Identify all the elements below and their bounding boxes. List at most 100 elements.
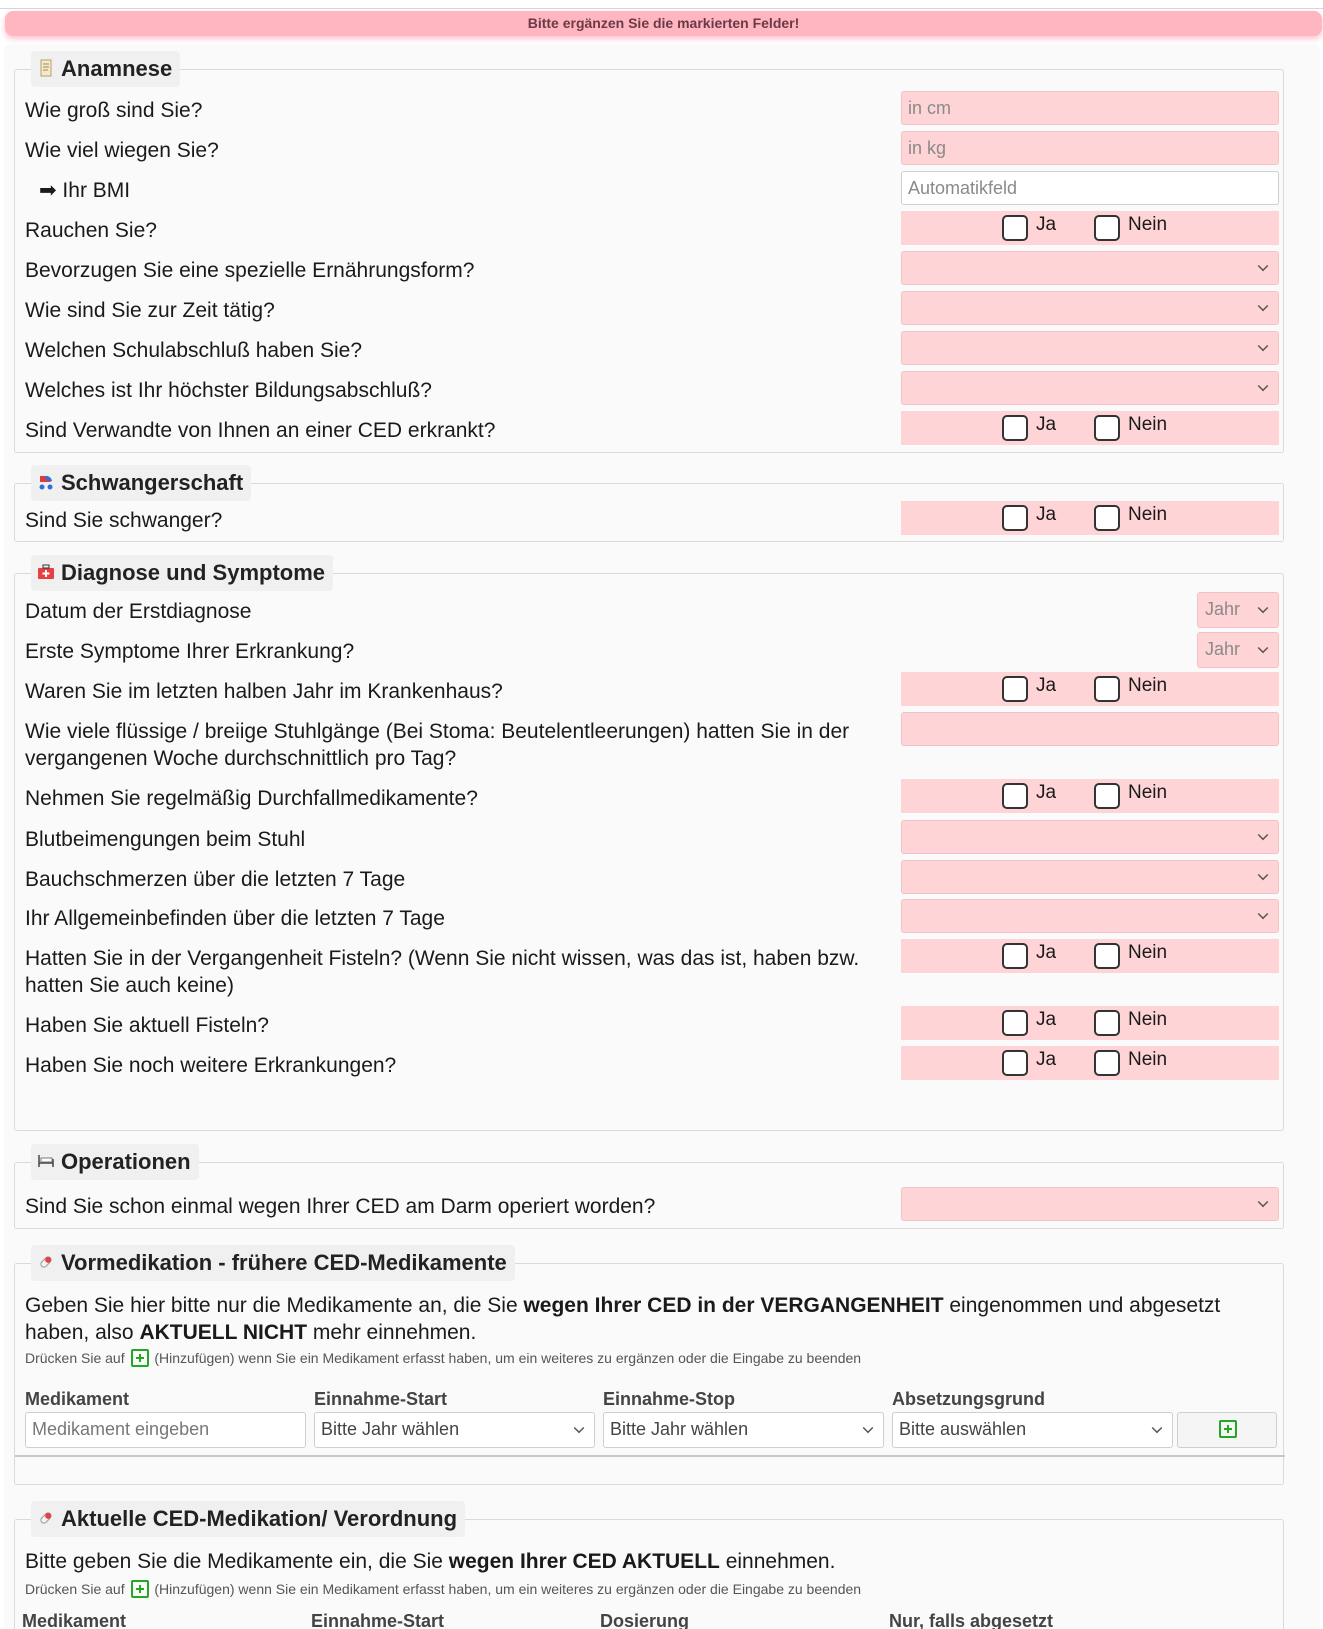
chevron-down-icon <box>1257 380 1269 392</box>
first-symptoms-year-select[interactable]: Jahr <box>1197 632 1279 668</box>
no-label: Nein <box>1128 1009 1168 1030</box>
chevron-down-icon <box>1151 1422 1163 1434</box>
select-value: Bitte Jahr wählen <box>610 1419 749 1439</box>
section-pregnancy: Schwangerschaft Sind Sie schwanger? Ja N… <box>14 465 1284 542</box>
hint-text: Drücken Sie auf <box>25 1581 125 1597</box>
no-label: Nein <box>1128 942 1168 963</box>
question-fistula-past: Hatten Sie in der Vergangenheit Fisteln?… <box>25 947 860 997</box>
section-title-text: Diagnose und Symptome <box>61 560 326 585</box>
weight-input[interactable]: in kg <box>901 131 1279 165</box>
diarrhea-medication-no-checkbox[interactable] <box>1094 783 1120 809</box>
section-title-previous-medication: Vormedikation - frühere CED-Medikamente <box>31 1245 515 1281</box>
question-smoking: Rauchen Sie? <box>25 219 157 242</box>
add-icon <box>1219 1420 1237 1438</box>
chevron-down-icon <box>1257 908 1269 920</box>
diarrhea-medication-yes-checkbox[interactable] <box>1002 783 1028 809</box>
wellbeing-select[interactable] <box>901 899 1279 933</box>
question-hospital: Waren Sie im letzten halben Jahr im Kran… <box>25 680 503 703</box>
question-education: Welches ist Ihr höchster Bildungsabschlu… <box>25 379 432 402</box>
divider <box>15 1455 1285 1457</box>
add-hint: Drücken Sie auf (Hinzufügen) wenn Sie ei… <box>25 1349 861 1367</box>
medication-input[interactable]: Medikament eingeben <box>25 1412 306 1448</box>
hint-text: (Hinzufügen) wenn Sie ein Medikament erf… <box>154 1350 862 1366</box>
hospital-no-checkbox[interactable] <box>1094 676 1120 702</box>
stool-count-input[interactable] <box>901 712 1279 746</box>
chevron-down-icon <box>862 1422 874 1434</box>
no-label: Nein <box>1128 782 1168 803</box>
bmi-field: Automatikfeld <box>901 171 1279 205</box>
column-header-reason: Absetzungsgrund <box>892 1389 1045 1409</box>
intro-emphasis: wegen Ihrer CED in der VERGANGENHEIT <box>523 1294 944 1317</box>
height-input[interactable]: in cm <box>901 91 1279 125</box>
fistula-past-no-checkbox[interactable] <box>1094 943 1120 969</box>
section-title-text: Schwangerschaft <box>61 470 244 495</box>
blood-select[interactable] <box>901 820 1279 854</box>
smoking-no-checkbox[interactable] <box>1094 215 1120 241</box>
stroller-icon <box>39 475 53 490</box>
add-medication-button[interactable] <box>1177 1412 1277 1448</box>
surgery-select[interactable] <box>901 1187 1279 1221</box>
diarrhea-medication-yes-no: Ja Nein <box>901 779 1279 813</box>
section-diagnosis: Diagnose und Symptome Datum der Erstdiag… <box>14 555 1284 1131</box>
stop-year-select[interactable]: Bitte Jahr wählen <box>603 1412 884 1448</box>
hint-text: Drücken Sie auf <box>25 1350 125 1366</box>
question-job: Wie sind Sie zur Zeit tätig? <box>25 299 275 322</box>
pregnant-no-checkbox[interactable] <box>1094 505 1120 531</box>
fistula-now-yes-checkbox[interactable] <box>1002 1010 1028 1036</box>
scroll-icon <box>40 59 52 77</box>
year-select-value: Jahr <box>1205 639 1241 659</box>
question-first-diagnosis: Datum der Erstdiagnose <box>25 600 252 623</box>
chevron-down-icon <box>1257 300 1269 312</box>
smoking-yes-checkbox[interactable] <box>1002 215 1028 241</box>
section-title-current-medication: Aktuelle CED-Medikation/ Verordnung <box>31 1501 466 1537</box>
pregnant-yes-checkbox[interactable] <box>1002 505 1028 531</box>
pain-select[interactable] <box>901 860 1279 894</box>
previous-medication-intro: Geben Sie hier bitte nur die Medikamente… <box>25 1292 1265 1346</box>
section-title-text: Vormedikation - frühere CED-Medikamente <box>61 1250 507 1275</box>
education-select[interactable] <box>901 371 1279 405</box>
first-diagnosis-year-select[interactable]: Jahr <box>1197 592 1279 628</box>
question-bmi: ➡ Ihr BMI <box>39 179 131 202</box>
hospital-yes-checkbox[interactable] <box>1002 676 1028 702</box>
question-first-symptoms: Erste Symptome Ihrer Erkrankung? <box>25 640 355 663</box>
school-select[interactable] <box>901 331 1279 365</box>
diet-select[interactable] <box>901 251 1279 285</box>
validation-alert: Bitte ergänzen Sie die markierten Felder… <box>5 11 1322 36</box>
section-title-pregnancy: Schwangerschaft <box>31 465 252 501</box>
chevron-down-icon <box>1257 642 1269 654</box>
yes-label: Ja <box>1036 414 1057 435</box>
select-value: Bitte Jahr wählen <box>321 1419 460 1439</box>
other-diseases-no-checkbox[interactable] <box>1094 1050 1120 1076</box>
start-year-select[interactable]: Bitte Jahr wählen <box>314 1412 595 1448</box>
question-relatives: Sind Verwandte von Ihnen an einer CED er… <box>25 419 496 442</box>
fistula-now-no-checkbox[interactable] <box>1094 1010 1120 1036</box>
other-diseases-yes-no: Ja Nein <box>901 1046 1279 1080</box>
section-previous-medication: Vormedikation - frühere CED-Medikamente … <box>14 1245 1285 1485</box>
hint-text: (Hinzufügen) wenn Sie ein Medikament erf… <box>154 1581 862 1597</box>
question-diet: Bevorzugen Sie eine spezielle Ernährungs… <box>25 259 475 282</box>
column-header-dosage: Dosierung <box>600 1611 690 1629</box>
yes-label: Ja <box>1036 782 1057 803</box>
add-hint: Drücken Sie auf (Hinzufügen) wenn Sie ei… <box>25 1580 861 1598</box>
question-other-diseases: Haben Sie noch weitere Erkrankungen? <box>25 1054 397 1077</box>
question-pain: Bauchschmerzen über die letzten 7 Tage <box>25 868 406 891</box>
relatives-no-checkbox[interactable] <box>1094 415 1120 441</box>
first-aid-kit-icon <box>38 564 54 579</box>
fistula-past-yes-checkbox[interactable] <box>1002 943 1028 969</box>
reason-select[interactable]: Bitte auswählen <box>892 1412 1173 1448</box>
smoking-yes-no: Ja Nein <box>901 211 1279 245</box>
chevron-down-icon <box>1257 340 1269 352</box>
question-pregnant: Sind Sie schwanger? <box>25 509 223 532</box>
pregnant-yes-no: Ja Nein <box>901 501 1279 535</box>
section-title-operations: Operationen <box>31 1144 199 1180</box>
column-header-stop: Einnahme-Stop <box>603 1389 736 1409</box>
other-diseases-yes-checkbox[interactable] <box>1002 1050 1028 1076</box>
chevron-down-icon <box>573 1422 585 1434</box>
pill-icon <box>40 1256 52 1268</box>
bed-icon <box>38 1155 54 1167</box>
job-select[interactable] <box>901 291 1279 325</box>
question-surgery: Sind Sie schon einmal wegen Ihrer CED am… <box>25 1195 656 1218</box>
fistula-past-yes-no: Ja Nein <box>901 939 1279 973</box>
year-select-value: Jahr <box>1205 599 1241 619</box>
relatives-yes-checkbox[interactable] <box>1002 415 1028 441</box>
